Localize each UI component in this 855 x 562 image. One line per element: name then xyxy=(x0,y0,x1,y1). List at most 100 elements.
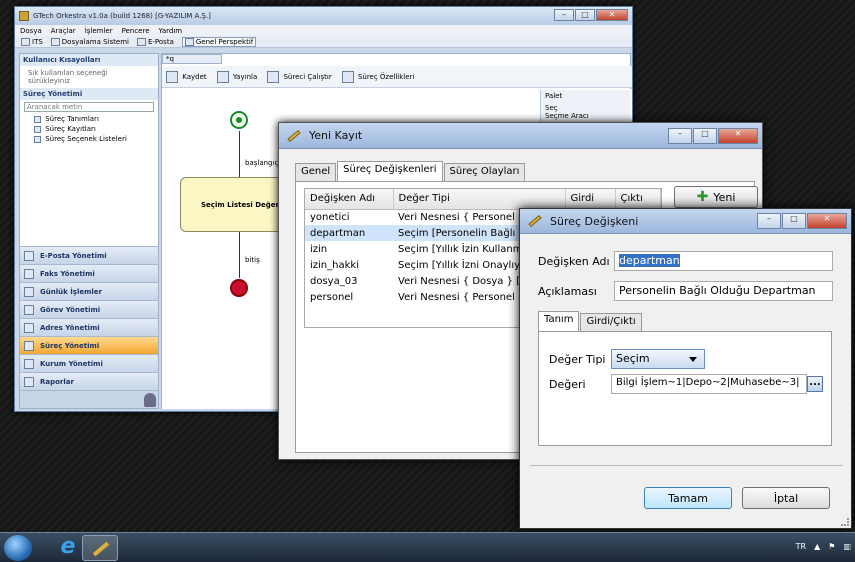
value-type-dropdown[interactable]: Seçim xyxy=(611,349,705,369)
cell-name: personel xyxy=(310,291,354,303)
run-icon xyxy=(267,70,280,83)
editor-tab[interactable]: *q xyxy=(162,54,222,64)
variable-tabs: Tanım Girdi/Çıktı xyxy=(538,311,643,331)
maximize-button[interactable]: □ xyxy=(575,9,595,21)
module-daily[interactable]: Günlük İşlemler xyxy=(20,282,158,300)
nav-item-process-definitions[interactable]: Süreç Tanımları xyxy=(20,114,158,124)
search-input[interactable]: Aranacak metin xyxy=(24,102,154,112)
resize-grip[interactable] xyxy=(841,518,849,526)
new-variable-button[interactable]: ✚ Yeni xyxy=(674,186,758,208)
flag-icon[interactable]: ⚑ xyxy=(828,542,835,551)
folder-icon xyxy=(50,37,60,46)
perspective-icon xyxy=(184,37,194,46)
module-email[interactable]: E-Posta Yönetimi xyxy=(20,246,158,264)
nav-item-process-records[interactable]: Süreç Kayıtları xyxy=(20,124,158,134)
close-button[interactable]: ✕ xyxy=(807,213,847,229)
nav-item-option-lists[interactable]: Süreç Seçenek Listeleri xyxy=(20,134,158,144)
its-button[interactable]: ITS xyxy=(21,37,43,46)
ok-button[interactable]: Tamam xyxy=(644,487,732,509)
pencil-icon xyxy=(92,541,110,557)
variable-name-value: departman xyxy=(619,254,680,267)
tab-definition[interactable]: Tanım xyxy=(538,311,580,331)
close-button[interactable]: ✕ xyxy=(596,9,628,21)
column-header-name[interactable]: Değişken Adı xyxy=(305,189,394,210)
module-tasks[interactable]: Görev Yönetimi xyxy=(20,300,158,318)
report-icon xyxy=(24,376,34,387)
module-label: Adres Yönetimi xyxy=(40,323,100,332)
module-address[interactable]: Adres Yönetimi xyxy=(20,318,158,336)
module-label: Günlük İşlemler xyxy=(40,287,102,296)
general-perspective-button[interactable]: Genel Perspektif xyxy=(181,36,257,47)
end-event[interactable] xyxy=(230,279,248,297)
menu-islemler[interactable]: İşlemler xyxy=(85,27,113,35)
task-icon xyxy=(24,304,34,315)
module-fax[interactable]: Faks Yönetimi xyxy=(20,264,158,282)
minimize-button[interactable]: – xyxy=(554,9,574,21)
tab-general[interactable]: Genel xyxy=(295,163,337,181)
module-process[interactable]: Süreç Yönetimi xyxy=(20,336,158,354)
description-field[interactable]: Personelin Bağlı Olduğu Departman xyxy=(614,281,833,301)
tab-input-output[interactable]: Girdi/Çıktı xyxy=(580,313,642,331)
save-icon xyxy=(166,70,178,83)
shortcuts-header[interactable]: Kullanıcı Kısayolları xyxy=(20,54,158,66)
document-icon xyxy=(34,135,41,143)
minimize-button[interactable]: – xyxy=(757,213,781,229)
module-institution[interactable]: Kurum Yönetimi xyxy=(20,354,158,372)
variable-name-field[interactable]: departman xyxy=(614,251,833,271)
column-header-type[interactable]: Değer Tipi xyxy=(393,189,566,210)
separator xyxy=(530,465,843,466)
tab-process-events[interactable]: Süreç Olayları xyxy=(443,163,526,181)
maximize-button[interactable]: □ xyxy=(782,213,806,229)
run-process-button[interactable]: Süreci Çalıştır xyxy=(267,70,332,83)
palette-select[interactable]: Seç xyxy=(545,104,626,112)
start-event[interactable] xyxy=(230,111,248,129)
menu-araclar[interactable]: Araçlar xyxy=(51,27,76,35)
menu-dosya[interactable]: Dosya xyxy=(20,27,42,35)
file-system-button[interactable]: Dosyalama Sistemi xyxy=(50,37,129,46)
menu-yardim[interactable]: Yardım xyxy=(159,27,183,35)
maximize-button[interactable]: □ xyxy=(693,128,717,144)
start-button[interactable] xyxy=(4,535,32,561)
process-properties-button[interactable]: Süreç Özellikleri xyxy=(341,70,415,83)
value-field[interactable]: Bilgi İşlem~1|Depo~2|Muhasebe~3| xyxy=(611,374,807,394)
language-indicator[interactable]: TR xyxy=(796,542,806,551)
orkestra-taskbar-button[interactable] xyxy=(82,535,118,561)
variable-title-bar[interactable]: Süreç Değişkeni – □ ✕ xyxy=(520,209,851,234)
menu-pencere[interactable]: Pencere xyxy=(122,27,150,35)
nav-item-label: Süreç Seçenek Listeleri xyxy=(45,135,127,143)
fax-icon xyxy=(24,268,34,279)
new-record-title: Yeni Kayıt xyxy=(309,129,363,142)
its-icon xyxy=(21,37,30,46)
process-header[interactable]: Süreç Yönetimi xyxy=(20,88,158,100)
module-reports[interactable]: Raporlar xyxy=(20,372,158,390)
tray-arrow-icon[interactable]: ▲ xyxy=(814,542,820,551)
module-label: E-Posta Yönetimi xyxy=(40,251,107,260)
module-label: Görev Yönetimi xyxy=(40,305,101,314)
email-button[interactable]: E-Posta xyxy=(136,37,174,46)
process-icon xyxy=(24,340,34,351)
internet-explorer-icon[interactable]: e xyxy=(50,535,86,561)
cancel-button[interactable]: İptal xyxy=(742,487,830,509)
module-label: Süreç Yönetimi xyxy=(40,341,100,350)
publish-button[interactable]: Yayınla xyxy=(216,70,258,83)
module-label: Kurum Yönetimi xyxy=(40,359,103,368)
app-icon xyxy=(19,11,29,21)
publish-label: Yayınla xyxy=(232,72,258,81)
palette-select-tool[interactable]: Seçme Aracı xyxy=(545,112,626,120)
column-header-output[interactable]: Çıktı xyxy=(615,189,661,210)
main-title-bar[interactable]: GTech Orkestra v1.0a (build 1268) [G-YAZ… xyxy=(15,7,632,25)
new-record-title-bar[interactable]: Yeni Kayıt – □ ✕ xyxy=(279,123,762,149)
left-panel: Kullanıcı Kısayolları Sık kullanılan seç… xyxy=(19,53,159,409)
variable-title: Süreç Değişkeni xyxy=(550,214,639,228)
minimize-button[interactable]: – xyxy=(668,128,692,144)
column-header-input[interactable]: Girdi xyxy=(565,189,616,210)
tab-process-variables[interactable]: Süreç Değişkenleri xyxy=(337,161,443,181)
save-button[interactable]: Kaydet xyxy=(166,70,207,83)
browse-button[interactable]: ... xyxy=(807,376,823,392)
new-variable-label: Yeni xyxy=(713,190,736,204)
network-icon[interactable]: ▥ xyxy=(843,542,851,551)
close-button[interactable]: ✕ xyxy=(718,128,758,144)
menu-bar: Dosya Araçlar İşlemler Pencere Yardım xyxy=(15,25,632,36)
user-avatar-icon[interactable] xyxy=(144,393,156,407)
process-properties-label: Süreç Özellikleri xyxy=(357,72,415,81)
